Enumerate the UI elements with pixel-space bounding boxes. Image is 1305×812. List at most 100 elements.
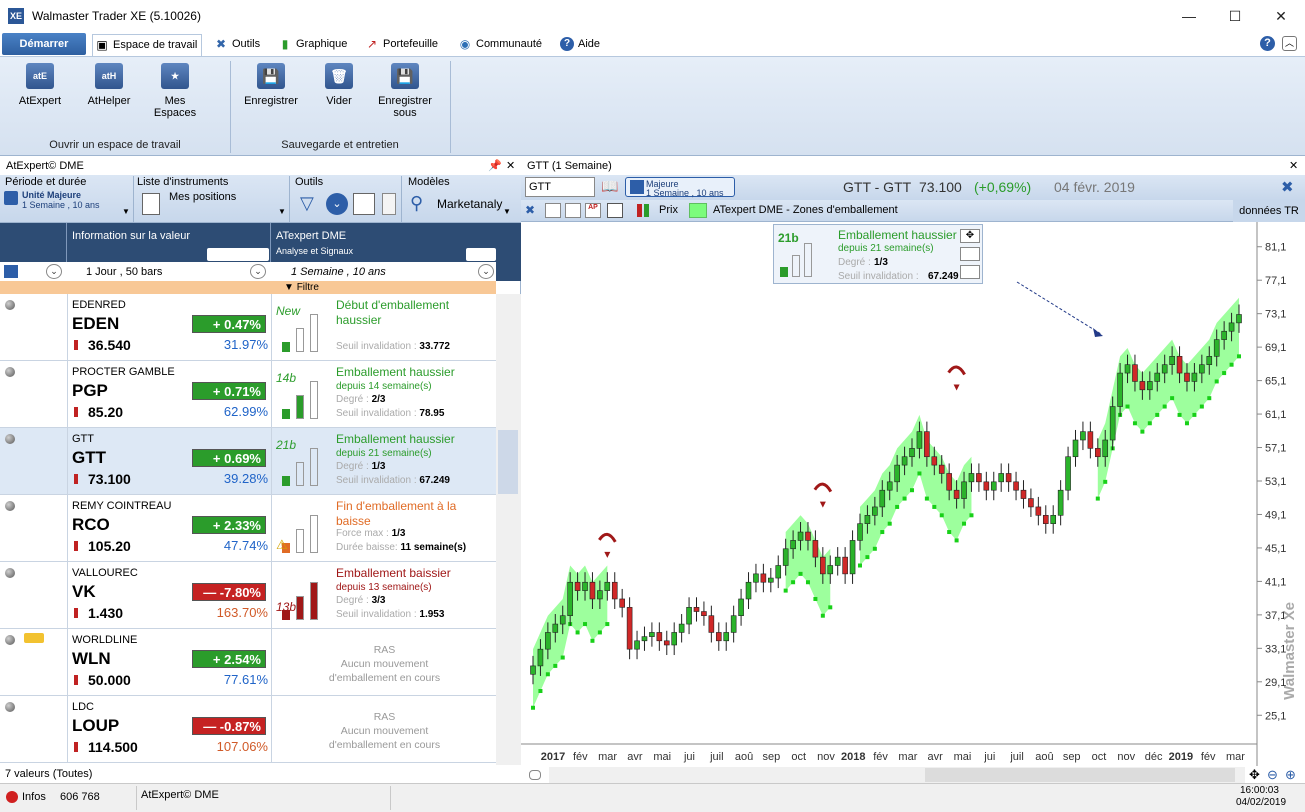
tools-icon[interactable]: ✖	[1281, 178, 1294, 196]
close-icon[interactable]: ✕	[506, 157, 515, 175]
vertical-scrollbar[interactable]	[496, 294, 521, 765]
signal-cell[interactable]: New Début d'emballement haussier Seuil inv…	[271, 294, 496, 360]
tools-icon[interactable]: ✖	[525, 203, 541, 218]
save-as-button[interactable]: 💾 Enregistrer sous	[370, 63, 440, 119]
filter-icon[interactable]: ▽	[300, 193, 314, 214]
scroll-thumb[interactable]	[498, 430, 518, 494]
table-row[interactable]: EDENRED EDEN 36.540 + 0.47% 31.97% New Début d…	[0, 294, 496, 361]
atexpert-button[interactable]: atE AtExpert	[14, 63, 66, 107]
alert-icon[interactable]	[6, 791, 18, 803]
periode-value[interactable]: 1 Semaine , 10 ans	[22, 200, 100, 210]
signal-cell[interactable]: RAS Aucun mouvement d'emballement en cours	[271, 696, 496, 762]
maximize-button[interactable]: ☐	[1212, 0, 1258, 32]
period-selector[interactable]: Majeure 1 Semaine , 10 ans	[625, 177, 735, 198]
dropdown-arrow-icon[interactable]: ▼	[503, 207, 511, 216]
dropdown-arrow-icon[interactable]: ▼	[278, 207, 286, 216]
column-tools[interactable]	[207, 248, 269, 261]
price-chart[interactable]: 81,1 77,1 73,1 69,1 65,1 61,1 57,1 53,1 49,1 45,1…	[521, 222, 1305, 766]
instrument-ticker[interactable]: PGP	[72, 381, 108, 401]
clear-button[interactable]: 🗑 Vider	[316, 63, 362, 107]
start-button[interactable]: Démarrer	[2, 33, 86, 55]
indicator-icon[interactable]	[545, 203, 561, 218]
zoom-in-icon[interactable]: ⊕	[1285, 767, 1296, 783]
signal-cell[interactable]: ⚠ Fin d'emballement à la baisse Force max …	[271, 495, 496, 561]
infos-label[interactable]: Infos	[22, 791, 46, 803]
chevron-down-icon[interactable]: ⌄	[250, 264, 266, 279]
tab-tools[interactable]: ✖ Outils	[212, 34, 264, 56]
mes-espaces-button[interactable]: ★ Mes Espaces	[148, 63, 202, 119]
help-icon[interactable]: ?	[1260, 36, 1275, 51]
table-row[interactable]: GTT GTT 73.100 + 0.69% 39.28% 21b Emballement …	[0, 428, 496, 495]
close-button[interactable]: ✕	[1258, 0, 1304, 32]
chevron-down-icon[interactable]: ⌄	[46, 264, 62, 279]
tab-chart[interactable]: ▮ Graphique	[276, 34, 351, 56]
status-dot-icon[interactable]	[5, 367, 15, 377]
instrument-ticker[interactable]: EDEN	[72, 314, 119, 334]
tab-help[interactable]: ? Aide	[558, 34, 604, 56]
drawing-icon[interactable]	[565, 203, 581, 218]
status-dot-icon[interactable]	[5, 568, 15, 578]
modeles-value[interactable]: Marketanaly	[437, 197, 502, 211]
candle-body	[968, 473, 975, 483]
instrument-ticker[interactable]: VK	[72, 582, 96, 602]
liste-value[interactable]: Mes positions	[169, 191, 236, 203]
add-list-icon[interactable]	[353, 193, 375, 215]
signal-period[interactable]: 1 Semaine , 10 ans	[291, 266, 386, 278]
table-row[interactable]: PROCTER GAMBLE PGP 85.20 + 0.71% 62.99% 14b Em…	[0, 361, 496, 428]
symbol-input[interactable]	[525, 177, 595, 197]
spin-control[interactable]	[382, 193, 396, 215]
ap-icon[interactable]: AP	[585, 203, 601, 218]
move-icon[interactable]: ✥	[960, 229, 980, 243]
link-icon[interactable]	[529, 770, 541, 780]
column-tools[interactable]	[466, 248, 496, 261]
chevron-up-icon[interactable]: ︿	[1282, 36, 1297, 51]
status-dot-icon[interactable]	[5, 434, 15, 444]
chart-canvas[interactable]: 81,1 77,1 73,1 69,1 65,1 61,1 57,1 53,1 49,1 45,1…	[521, 222, 1305, 766]
tab-portfolio[interactable]: ↗ Portefeuille	[363, 34, 442, 56]
minimize-button[interactable]: —	[1166, 0, 1212, 32]
close-icon[interactable]: ✕	[1289, 157, 1298, 175]
status-dot-icon[interactable]	[5, 300, 15, 310]
athelper-button[interactable]: atH AtHelper	[82, 63, 136, 107]
chevron-down-icon[interactable]: ⌄	[478, 264, 494, 279]
instrument-ticker[interactable]: LOUP	[72, 716, 119, 736]
instrument-ticker[interactable]: GTT	[72, 448, 106, 468]
edit-icon[interactable]	[960, 265, 980, 279]
calendar-icon[interactable]	[4, 265, 18, 278]
chart-scroll-bar[interactable]: ✥ ⊖ ⊕	[521, 766, 1305, 784]
candle-body	[894, 464, 900, 483]
status-dot-icon[interactable]	[5, 635, 15, 645]
x-tick-label: déc	[1145, 751, 1163, 763]
book-icon[interactable]: 📖	[600, 178, 620, 196]
table-row[interactable]: VALLOUREC VK 1.430 — -7.80% 163.70% 13b Emball…	[0, 562, 496, 629]
move-icon[interactable]: ✥	[1249, 767, 1260, 783]
chevron-down-icon[interactable]: ⌄	[326, 193, 348, 215]
status-dot-icon[interactable]	[5, 702, 15, 712]
signal-cell[interactable]: RAS Aucun mouvement d'emballement en cours	[271, 629, 496, 695]
save-icon: 💾	[257, 63, 285, 89]
scroll-thumb[interactable]	[925, 768, 1235, 782]
tools-icon[interactable]	[960, 247, 980, 261]
study-label[interactable]: ATexpert DME - Zones d'emballement	[713, 204, 898, 216]
save-button[interactable]: 💾 Enregistrer	[238, 63, 304, 107]
instrument-ticker[interactable]: RCO	[72, 515, 110, 535]
signal-cell[interactable]: 21b Emballement haussier depuis 21 semaine…	[271, 428, 496, 494]
dropdown-arrow-icon[interactable]: ▼	[122, 207, 130, 216]
instrument-ticker[interactable]: WLN	[72, 649, 111, 669]
tab-community[interactable]: ◉ Communauté	[456, 34, 546, 56]
table-row[interactable]: WORLDLINE WLN 50.000 + 2.54% 77.61% RAS Aucun …	[0, 629, 496, 696]
table-row[interactable]: REMY COINTREAU RCO 105.20 + 2.33% 47.74% ⚠ Fin…	[0, 495, 496, 562]
status-dot-icon[interactable]	[5, 501, 15, 511]
scroll-track[interactable]	[549, 767, 1245, 783]
signal-cell[interactable]: 14b Emballement haussier depuis 14 semaine…	[271, 361, 496, 427]
table-row[interactable]: LDC LOUP 114.500 — -0.87% 107.06% RAS Aucun mo…	[0, 696, 496, 763]
info-period[interactable]: 1 Jour , 50 bars	[86, 266, 162, 278]
pin-icon[interactable]: 📌	[488, 157, 502, 175]
periode-unit[interactable]: Unité Majeure	[22, 190, 81, 200]
window-icon[interactable]	[607, 203, 623, 218]
tab-workspace[interactable]: ▣ Espace de travail	[92, 34, 203, 56]
signal-cell[interactable]: 13b Emballement baissier depuis 13 semaine…	[271, 562, 496, 628]
signal-popup[interactable]: 21b Emballement haussier depuis 21 semai…	[773, 224, 983, 284]
filter-bar[interactable]: ▼ Filtre	[0, 281, 496, 294]
zoom-out-icon[interactable]: ⊖	[1267, 767, 1278, 783]
